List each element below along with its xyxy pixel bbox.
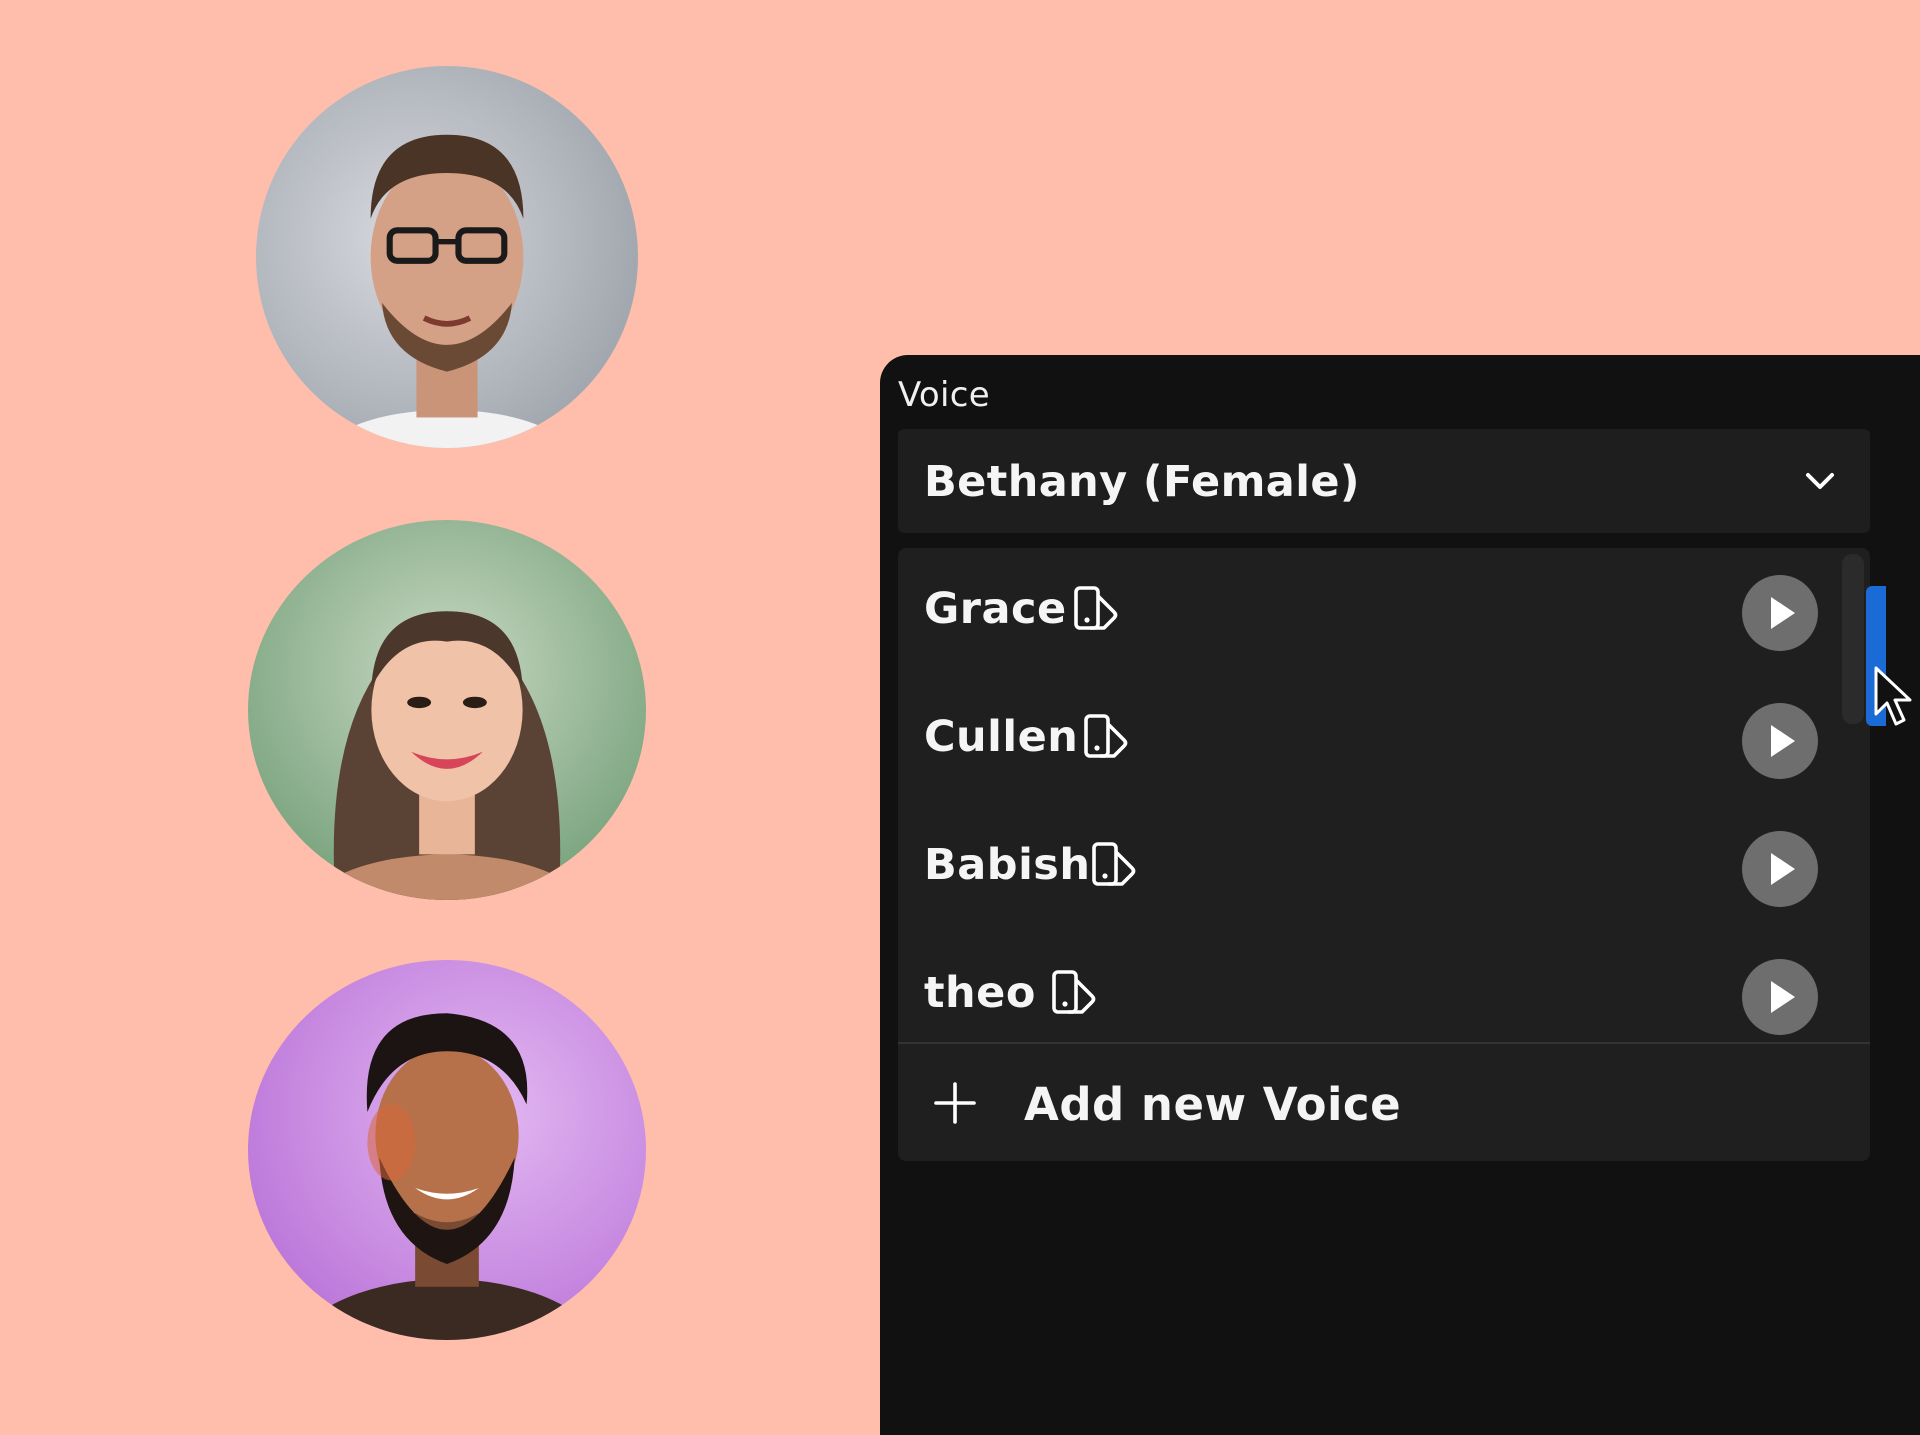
voice-clone-icon bbox=[1074, 586, 1118, 630]
voice-option-name: Grace bbox=[924, 584, 1067, 634]
person-photo-icon bbox=[256, 66, 638, 448]
play-preview-button[interactable] bbox=[1742, 831, 1818, 907]
voice-option-name: Cullen bbox=[924, 712, 1079, 762]
person-photo-icon bbox=[248, 520, 646, 900]
plus-icon bbox=[934, 1082, 976, 1124]
add-new-voice-label: Add new Voice bbox=[1024, 1078, 1402, 1131]
voice-option-name: theo bbox=[924, 968, 1036, 1018]
voice-clone-icon bbox=[1052, 970, 1096, 1014]
play-preview-button[interactable] bbox=[1742, 959, 1818, 1035]
play-preview-button[interactable] bbox=[1742, 703, 1818, 779]
play-icon bbox=[1771, 597, 1795, 629]
play-icon bbox=[1771, 725, 1795, 757]
voice-dropdown-list: Grace Cullen Babish theo Add new Voice bbox=[898, 548, 1870, 1161]
avatar-man-glasses bbox=[256, 66, 638, 448]
voice-option-theo[interactable]: theo bbox=[898, 932, 1848, 1060]
voice-label: Voice bbox=[898, 375, 990, 415]
voice-panel: Voice Bethany (Female) Grace Cullen Babi… bbox=[880, 355, 1920, 1435]
voice-clone-icon bbox=[1092, 842, 1136, 886]
add-new-voice-button[interactable]: Add new Voice bbox=[898, 1044, 1870, 1161]
play-icon bbox=[1771, 981, 1795, 1013]
voice-option-name: Babish bbox=[924, 840, 1091, 890]
play-icon bbox=[1771, 853, 1795, 885]
voice-clone-icon bbox=[1084, 714, 1128, 758]
voice-select[interactable]: Bethany (Female) bbox=[898, 429, 1870, 533]
voice-option-cullen[interactable]: Cullen bbox=[898, 676, 1848, 804]
scrollbar-thumb[interactable] bbox=[1842, 554, 1864, 724]
play-preview-button[interactable] bbox=[1742, 575, 1818, 651]
mouse-cursor-icon bbox=[1874, 666, 1912, 726]
voice-options-scroll-area[interactable]: Grace Cullen Babish theo bbox=[898, 548, 1870, 1042]
chevron-down-icon bbox=[1806, 473, 1834, 489]
avatar-man-beard bbox=[248, 960, 646, 1340]
avatar-woman-smiling bbox=[248, 520, 646, 900]
selected-voice-value: Bethany (Female) bbox=[924, 457, 1360, 507]
voice-option-grace[interactable]: Grace bbox=[898, 548, 1848, 676]
voice-option-babish[interactable]: Babish bbox=[898, 804, 1848, 932]
person-photo-icon bbox=[248, 960, 646, 1340]
